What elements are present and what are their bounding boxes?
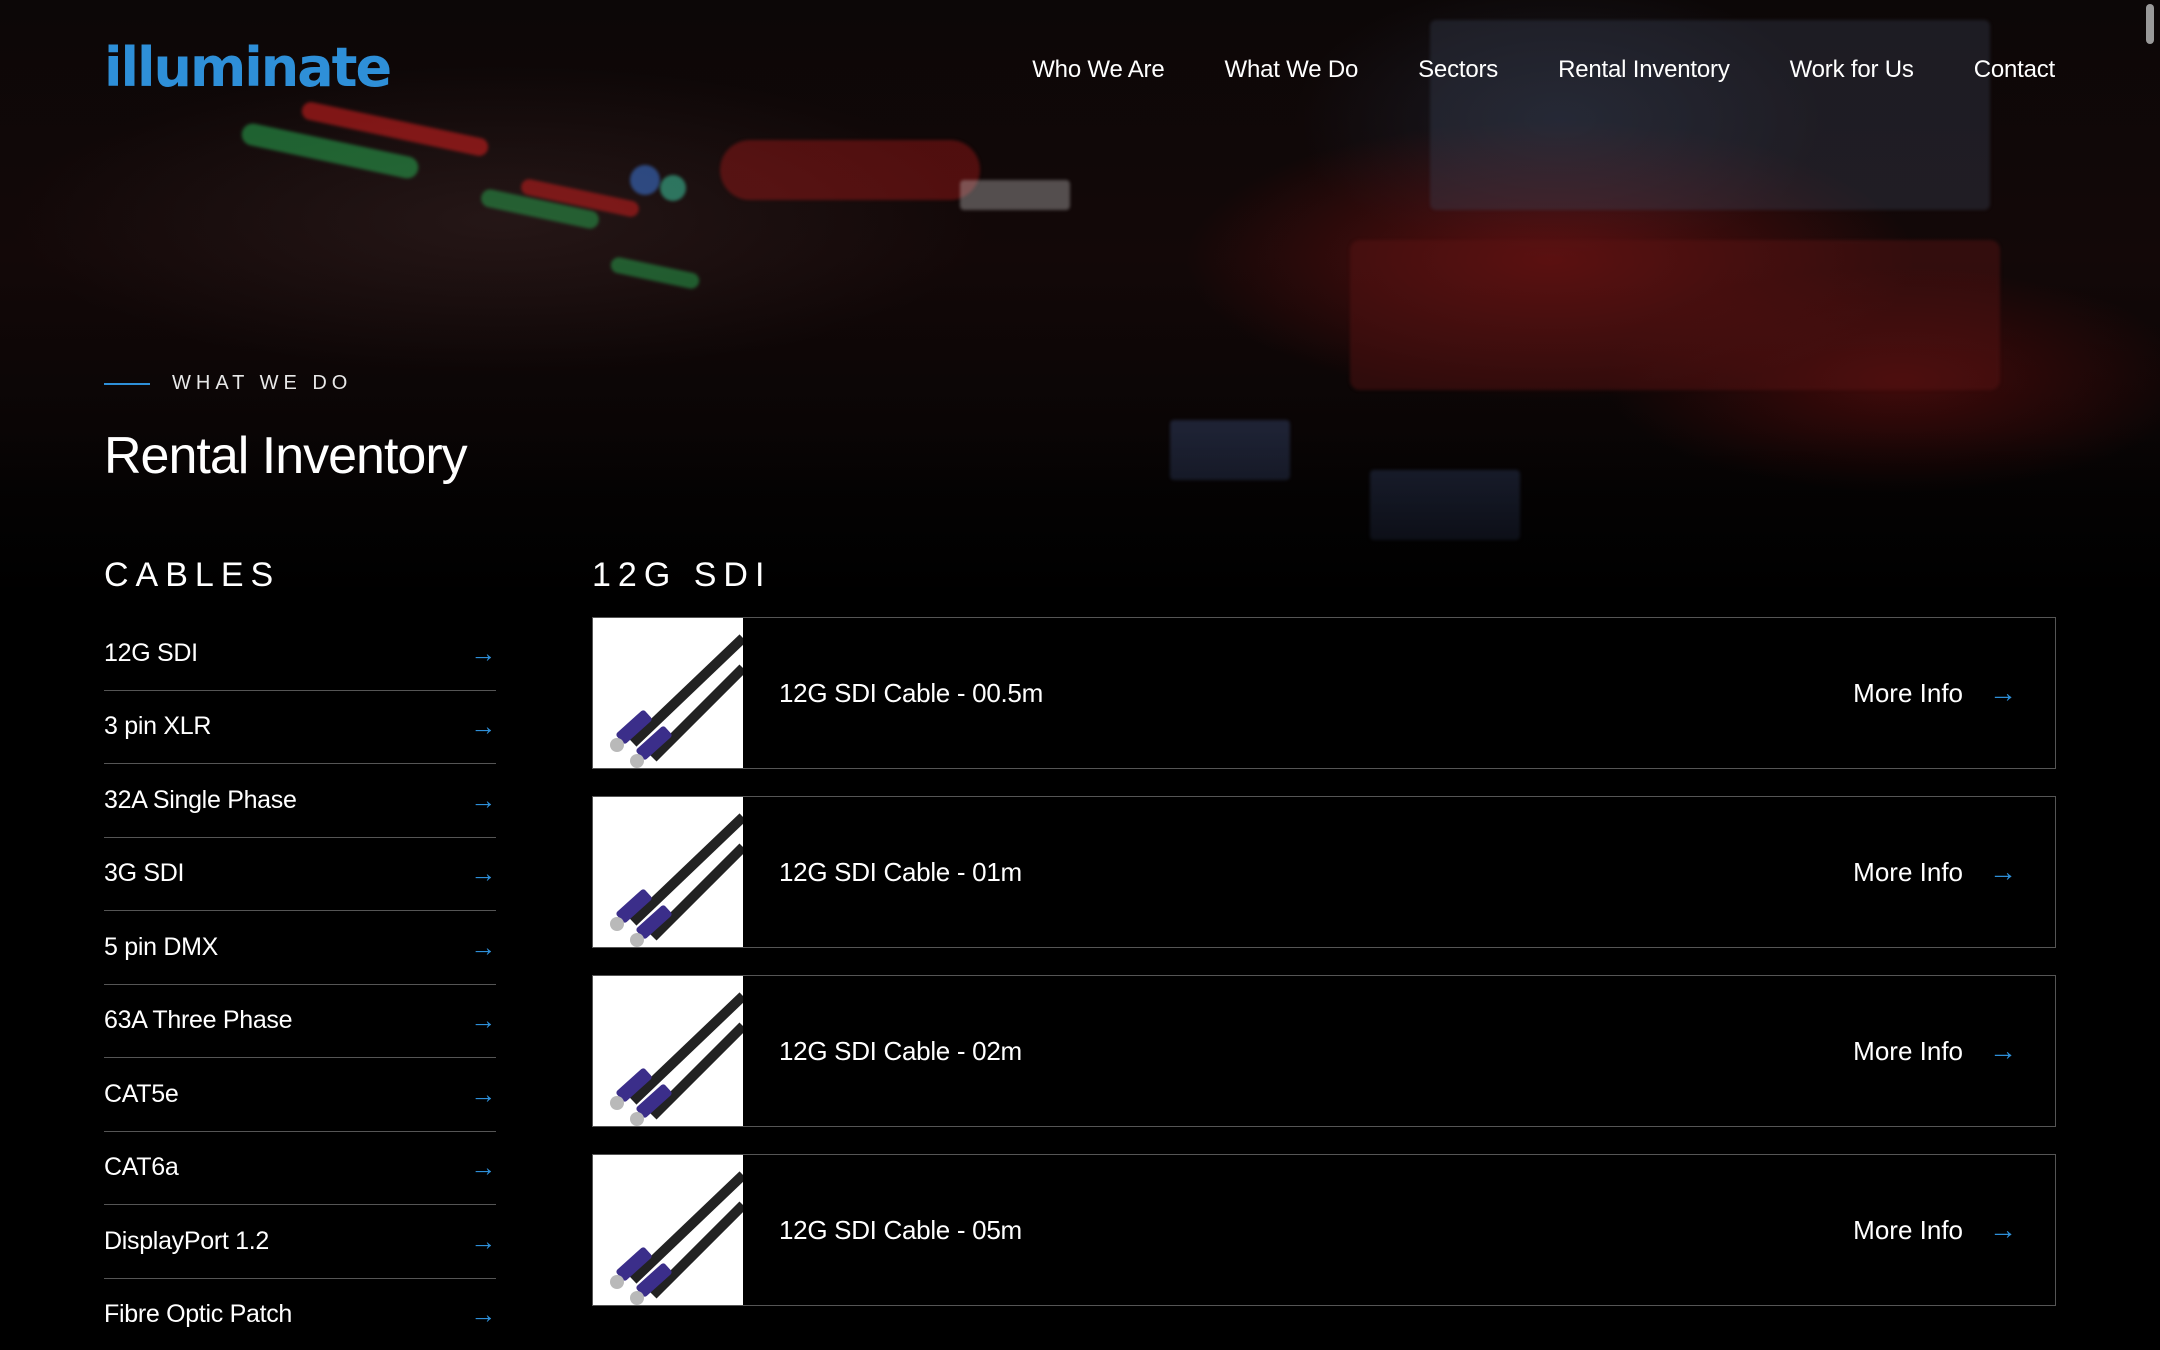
more-info-label: More Info [1853, 1214, 1963, 1245]
sidebar-item-label: 3 pin XLR [104, 712, 212, 741]
product-card[interactable]: 12G SDI Cable - 01m More Info → [592, 796, 2056, 948]
sidebar-item-label: Fibre Optic Patch [104, 1300, 293, 1329]
product-image [593, 1155, 743, 1305]
brand-logo[interactable]: illuminate [104, 36, 392, 99]
sidebar-item-32a-single-phase[interactable]: 32A Single Phase → [104, 764, 496, 838]
sidebar-heading: CABLES [104, 556, 281, 594]
product-title: 12G SDI Cable - 02m [779, 1035, 1022, 1066]
nav-contact[interactable]: Contact [1974, 56, 2056, 84]
product-image [593, 976, 743, 1126]
sidebar-item-label: CAT5e [104, 1079, 179, 1108]
sidebar-item-label: 5 pin DMX [104, 932, 219, 961]
main-nav: Who We Are What We Do Sectors Rental Inv… [1032, 56, 2055, 84]
nav-who-we-are[interactable]: Who We Are [1032, 56, 1164, 84]
sidebar-item-3g-sdi[interactable]: 3G SDI → [104, 838, 496, 911]
sidebar-item-label: 63A Three Phase [104, 1006, 293, 1035]
scrollbar-thumb[interactable] [2146, 4, 2154, 44]
section-eyebrow: WHAT WE DO [104, 372, 352, 395]
sidebar-item-63a-three-phase[interactable]: 63A Three Phase → [104, 985, 496, 1058]
arrow-right-icon: → [470, 858, 496, 889]
sidebar-item-label: DisplayPort 1.2 [104, 1226, 270, 1255]
nav-what-we-do[interactable]: What We Do [1225, 56, 1359, 84]
category-heading: 12G SDI [592, 556, 772, 594]
sidebar-item-cat5e[interactable]: CAT5e → [104, 1058, 496, 1132]
arrow-right-icon: → [470, 1225, 496, 1256]
product-card[interactable]: 12G SDI Cable - 02m More Info → [592, 975, 2056, 1127]
more-info-label: More Info [1853, 1035, 1963, 1066]
sidebar-item-label: 32A Single Phase [104, 785, 297, 814]
nav-sectors[interactable]: Sectors [1418, 56, 1498, 84]
product-list: 12G SDI 12G SDI Cable - 00.5m More Info … [592, 556, 2056, 1333]
sidebar-item-label: 12G SDI [104, 638, 198, 667]
arrow-right-icon: → [470, 1078, 496, 1109]
more-info-link[interactable]: More Info → [1853, 856, 2017, 888]
arrow-right-icon: → [470, 1005, 496, 1036]
product-image [593, 618, 743, 768]
eyebrow-rule [104, 382, 150, 385]
category-sidebar: CABLES 12G SDI → 3 pin XLR → 32A Single Ph… [104, 556, 496, 1350]
arrow-right-icon: → [470, 711, 496, 742]
sidebar-item-5-pin-dmx[interactable]: 5 pin DMX → [104, 911, 496, 985]
sidebar-item-displayport[interactable]: DisplayPort 1.2 → [104, 1205, 496, 1279]
arrow-right-icon: → [470, 931, 496, 962]
nav-work-for-us[interactable]: Work for Us [1790, 56, 1914, 84]
product-card[interactable]: 12G SDI Cable - 05m More Info → [592, 1154, 2056, 1306]
more-info-link[interactable]: More Info → [1853, 1214, 2017, 1246]
product-title: 12G SDI Cable - 00.5m [779, 677, 1043, 708]
more-info-label: More Info [1853, 856, 1963, 887]
sidebar-item-3-pin-xlr[interactable]: 3 pin XLR → [104, 691, 496, 764]
arrow-right-icon: → [1989, 856, 2017, 887]
product-image [593, 797, 743, 947]
product-card[interactable]: 12G SDI Cable - 00.5m More Info → [592, 617, 2056, 769]
sidebar-item-label: 3G SDI [104, 859, 185, 888]
product-title: 12G SDI Cable - 05m [779, 1214, 1022, 1245]
arrow-right-icon: → [1989, 677, 2017, 708]
arrow-right-icon: → [1989, 1035, 2017, 1066]
arrow-right-icon: → [470, 637, 496, 668]
arrow-right-icon: → [470, 1152, 496, 1183]
eyebrow-text: WHAT WE DO [172, 372, 353, 394]
more-info-link[interactable]: More Info → [1853, 677, 2017, 709]
sidebar-item-label: CAT6a [104, 1153, 179, 1182]
sidebar-item-fibre-optic-patch[interactable]: Fibre Optic Patch → [104, 1279, 496, 1350]
sidebar-item-cat6a[interactable]: CAT6a → [104, 1132, 496, 1205]
arrow-right-icon: → [1989, 1214, 2017, 1245]
more-info-link[interactable]: More Info → [1853, 1035, 2017, 1067]
product-title: 12G SDI Cable - 01m [779, 856, 1022, 887]
nav-rental-inventory[interactable]: Rental Inventory [1558, 56, 1730, 84]
page-title: Rental Inventory [104, 427, 468, 485]
sidebar-item-12g-sdi[interactable]: 12G SDI → [104, 617, 496, 691]
more-info-label: More Info [1853, 677, 1963, 708]
arrow-right-icon: → [470, 784, 496, 815]
arrow-right-icon: → [470, 1299, 496, 1330]
